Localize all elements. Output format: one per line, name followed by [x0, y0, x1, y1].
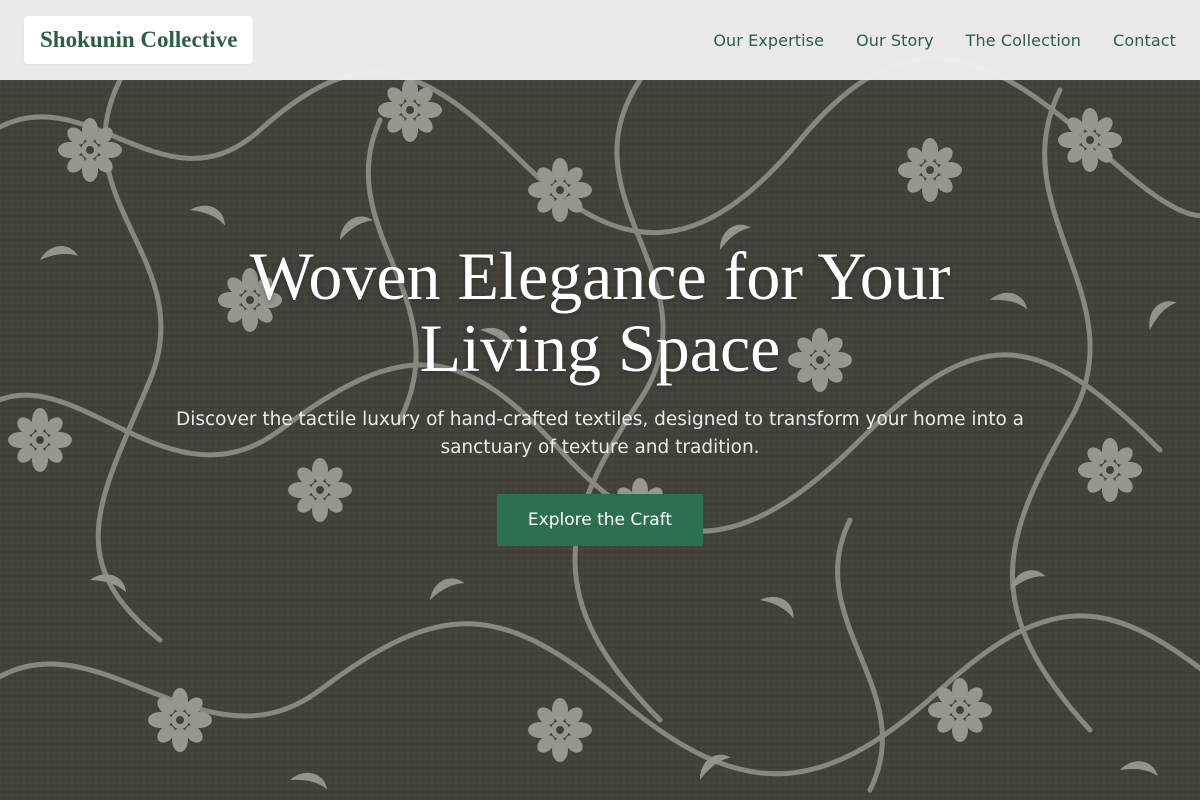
nav-link-contact[interactable]: Contact [1113, 31, 1176, 50]
hero-title: Woven Elegance for Your Living Space [249, 238, 951, 386]
hero-section: Woven Elegance for Your Living Space Dis… [0, 240, 1200, 546]
brand-logo[interactable]: Shokunin Collective [24, 16, 254, 64]
site-header: Shokunin Collective Our Expertise Our St… [0, 0, 1200, 80]
nav-link-the-collection[interactable]: The Collection [966, 31, 1081, 50]
nav-link-our-expertise[interactable]: Our Expertise [713, 31, 824, 50]
main-nav: Our Expertise Our Story The Collection C… [713, 31, 1176, 50]
hero-subtitle: Discover the tactile luxury of hand-craf… [175, 409, 1025, 458]
nav-link-our-story[interactable]: Our Story [856, 31, 934, 50]
explore-craft-button[interactable]: Explore the Craft [497, 494, 703, 546]
